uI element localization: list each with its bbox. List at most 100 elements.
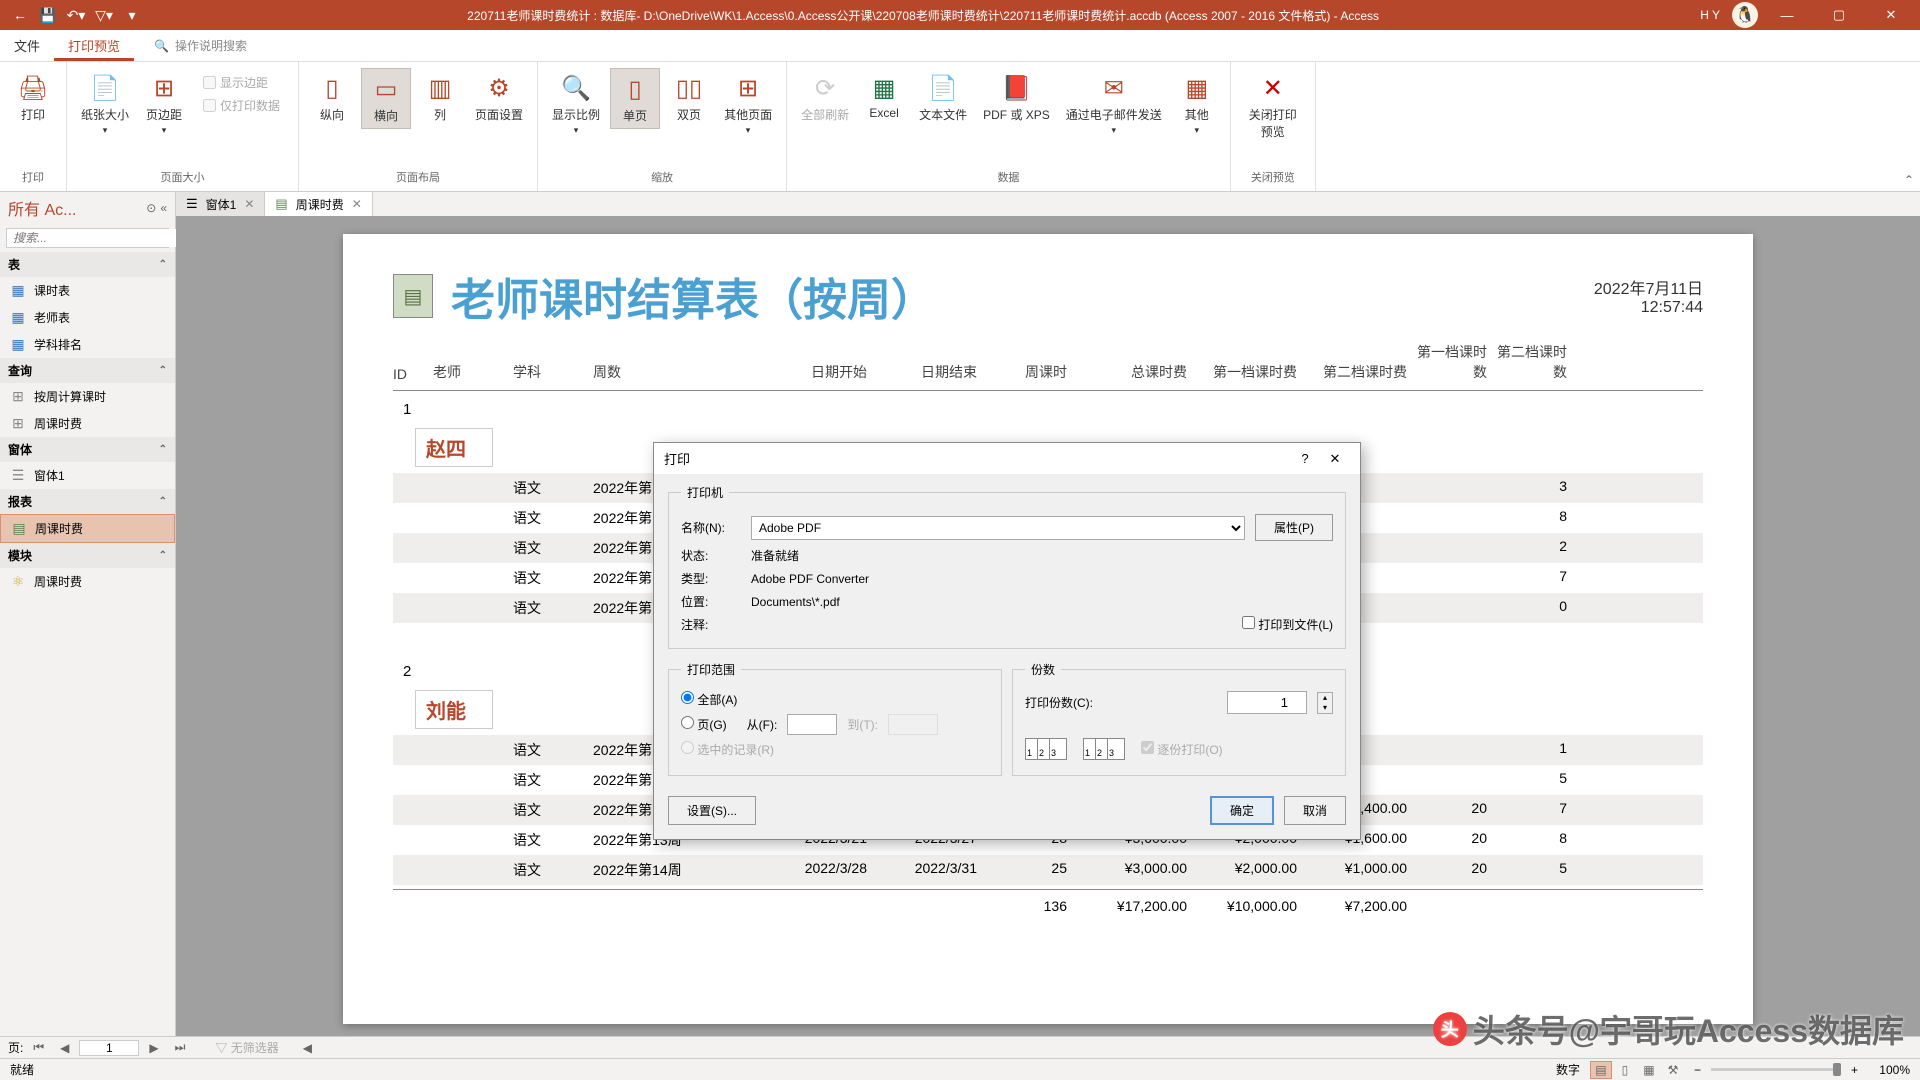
close-preview-button[interactable]: ✕关闭打印预览 xyxy=(1239,68,1307,144)
avatar[interactable]: 🐧 xyxy=(1732,2,1758,28)
page-label: 页: xyxy=(8,1039,23,1056)
qat-more-icon[interactable]: ▾ xyxy=(122,5,142,25)
nav-collapse-icon[interactable]: « xyxy=(160,201,167,215)
save-icon[interactable]: 💾 xyxy=(38,5,58,25)
nav-item-form[interactable]: ☰窗体1 xyxy=(0,462,175,489)
help-button[interactable]: ? xyxy=(1290,451,1320,466)
page-setup-button[interactable]: ⚙页面设置 xyxy=(469,68,529,127)
group-label: 页面布局 xyxy=(396,169,440,187)
tab-form1[interactable]: ☰窗体1✕ xyxy=(176,192,265,216)
group-label: 数据 xyxy=(997,169,1019,187)
nav-item-table[interactable]: ▦学科排名 xyxy=(0,331,175,358)
report-view-button[interactable]: ▤ xyxy=(1590,1061,1612,1079)
maximize-button[interactable]: ▢ xyxy=(1816,0,1862,30)
numlock-indicator: 数字 xyxy=(1556,1061,1580,1078)
nav-group-reports[interactable]: 报表⌃ xyxy=(0,489,175,514)
tab-report[interactable]: ▤周课时费✕ xyxy=(265,192,372,216)
group-label: 页面大小 xyxy=(161,169,205,187)
zoom-slider[interactable] xyxy=(1711,1068,1841,1071)
nav-dropdown-icon[interactable]: ⊙ xyxy=(146,201,156,215)
first-page-button[interactable]: ⏮ xyxy=(27,1040,50,1055)
back-icon[interactable]: ← xyxy=(10,5,30,25)
nav-item-report[interactable]: ▤周课时费 xyxy=(0,514,175,543)
email-button[interactable]: ✉通过电子邮件发送▾ xyxy=(1060,68,1168,140)
page-from-input[interactable] xyxy=(787,714,837,735)
nav-group-queries[interactable]: 查询⌃ xyxy=(0,358,175,383)
prev-page-button[interactable]: ◀ xyxy=(54,1041,75,1055)
printer-select[interactable]: Adobe PDF xyxy=(751,516,1245,540)
ok-button[interactable]: 确定 xyxy=(1210,796,1274,825)
nav-group-modules[interactable]: 模块⌃ xyxy=(0,543,175,568)
filter-icon[interactable]: ▽▾ xyxy=(94,5,114,25)
other-pages-button[interactable]: ⊞其他页面▾ xyxy=(718,68,778,140)
collate-checkbox: 逐份打印(O) xyxy=(1141,741,1223,758)
tell-me-search[interactable]: 🔍 操作说明搜索 xyxy=(134,37,247,54)
nav-item-table[interactable]: ▦老师表 xyxy=(0,304,175,331)
copies-spinner[interactable]: ▴▾ xyxy=(1317,692,1333,714)
close-button[interactable]: ✕ xyxy=(1868,0,1914,30)
layout-view-button[interactable]: ▦ xyxy=(1638,1061,1660,1079)
columns-button[interactable]: ▥列 xyxy=(415,68,465,127)
two-page-button[interactable]: ▯▯双页 xyxy=(664,68,714,127)
dialog-close-button[interactable]: ✕ xyxy=(1320,451,1350,467)
nav-search-input[interactable] xyxy=(7,229,176,247)
nav-item-module[interactable]: ⚛周课时费 xyxy=(0,568,175,595)
page-size-button[interactable]: 📄纸张大小▾ xyxy=(75,68,135,140)
print-to-file-checkbox[interactable]: 打印到文件(L) xyxy=(1242,616,1333,633)
nav-search[interactable]: 🔍 xyxy=(6,228,169,248)
column-headers: ID老师学科周数 日期开始日期结束周课时总课时费 第一档课时费第二档课时费第一档… xyxy=(393,328,1703,390)
margin-button[interactable]: ⊞页边距▾ xyxy=(139,68,189,140)
portrait-button[interactable]: ▯纵向 xyxy=(307,68,357,127)
margin-icon: ⊞ xyxy=(148,72,180,104)
navigation-pane: 所有 Ac... ⊙ « 🔍 表⌃ ▦课时表 ▦老师表 ▦学科排名 查询⌃ ⊞按… xyxy=(0,192,176,1036)
excel-button[interactable]: ▦Excel xyxy=(859,68,909,124)
table-icon: ▦ xyxy=(10,310,26,326)
print-button[interactable]: 🖨打印 xyxy=(8,68,58,127)
watermark: 头 头条号@宇哥玩Access数据库 xyxy=(1433,1006,1904,1052)
last-page-button[interactable]: ⏭ xyxy=(169,1040,192,1055)
nav-item-table[interactable]: ▦课时表 xyxy=(0,277,175,304)
print-preview-tab[interactable]: 打印预览 xyxy=(54,30,134,61)
page-input[interactable] xyxy=(79,1040,139,1056)
cancel-button[interactable]: 取消 xyxy=(1284,796,1346,825)
nav-item-query[interactable]: ⊞按周计算课时 xyxy=(0,383,175,410)
page-size-icon: 📄 xyxy=(89,72,121,104)
one-page-button[interactable]: ▯单页 xyxy=(610,68,660,129)
zoom-button[interactable]: 🔍显示比例▾ xyxy=(546,68,606,140)
pdf-xps-button[interactable]: 📕PDF 或 XPS xyxy=(977,68,1056,127)
close-tab-icon[interactable]: ✕ xyxy=(352,197,362,211)
nav-group-forms[interactable]: 窗体⌃ xyxy=(0,437,175,462)
next-page-button[interactable]: ▶ xyxy=(143,1041,164,1055)
minimize-button[interactable]: — xyxy=(1764,0,1810,30)
design-view-button[interactable]: ⚒ xyxy=(1662,1061,1684,1079)
properties-button[interactable]: 属性(P) xyxy=(1255,514,1333,541)
zoom-out-button[interactable]: − xyxy=(1694,1063,1701,1077)
show-border-checkbox[interactable]: 显示边距 xyxy=(199,72,284,93)
zoom-in-button[interactable]: + xyxy=(1851,1063,1858,1077)
close-icon: ✕ xyxy=(1257,72,1289,104)
text-file-button[interactable]: 📄文本文件 xyxy=(913,68,973,127)
setup-button[interactable]: 设置(S)... xyxy=(668,796,756,825)
nav-item-query[interactable]: ⊞周课时费 xyxy=(0,410,175,437)
close-tab-icon[interactable]: ✕ xyxy=(244,197,254,211)
undo-icon[interactable]: ↶▾ xyxy=(66,5,86,25)
print-preview-view-button[interactable]: ▯ xyxy=(1614,1061,1636,1079)
other-export-button[interactable]: ▦其他▾ xyxy=(1172,68,1222,140)
copies-fieldset: 份数 打印份数(C): ▴▾ 123 123 逐份打印(O) xyxy=(1012,661,1346,776)
window-title: 220711老师课时费统计 : 数据库- D:\OneDrive\WK\1.Ac… xyxy=(152,7,1694,24)
nav-group-tables[interactable]: 表⌃ xyxy=(0,252,175,277)
landscape-button[interactable]: ▭横向 xyxy=(361,68,411,129)
range-all-radio[interactable]: 全部(A) xyxy=(681,691,737,708)
range-pages-radio[interactable]: 页(G) xyxy=(681,716,727,733)
print-data-checkbox[interactable]: 仅打印数据 xyxy=(199,95,284,116)
query-icon: ⊞ xyxy=(10,389,26,405)
columns-icon: ▥ xyxy=(424,72,456,104)
scroll-left-button[interactable]: ◀ xyxy=(297,1041,318,1055)
collapse-ribbon-icon[interactable]: ⌃ xyxy=(1904,173,1914,187)
copies-input[interactable] xyxy=(1227,691,1307,714)
chevron-up-icon: ⌃ xyxy=(159,550,167,561)
page-to-input[interactable] xyxy=(888,714,938,735)
nav-title: 所有 Ac... xyxy=(8,196,142,220)
range-selection-radio: 选中的记录(R) xyxy=(681,741,774,758)
file-tab[interactable]: 文件 xyxy=(0,30,54,61)
